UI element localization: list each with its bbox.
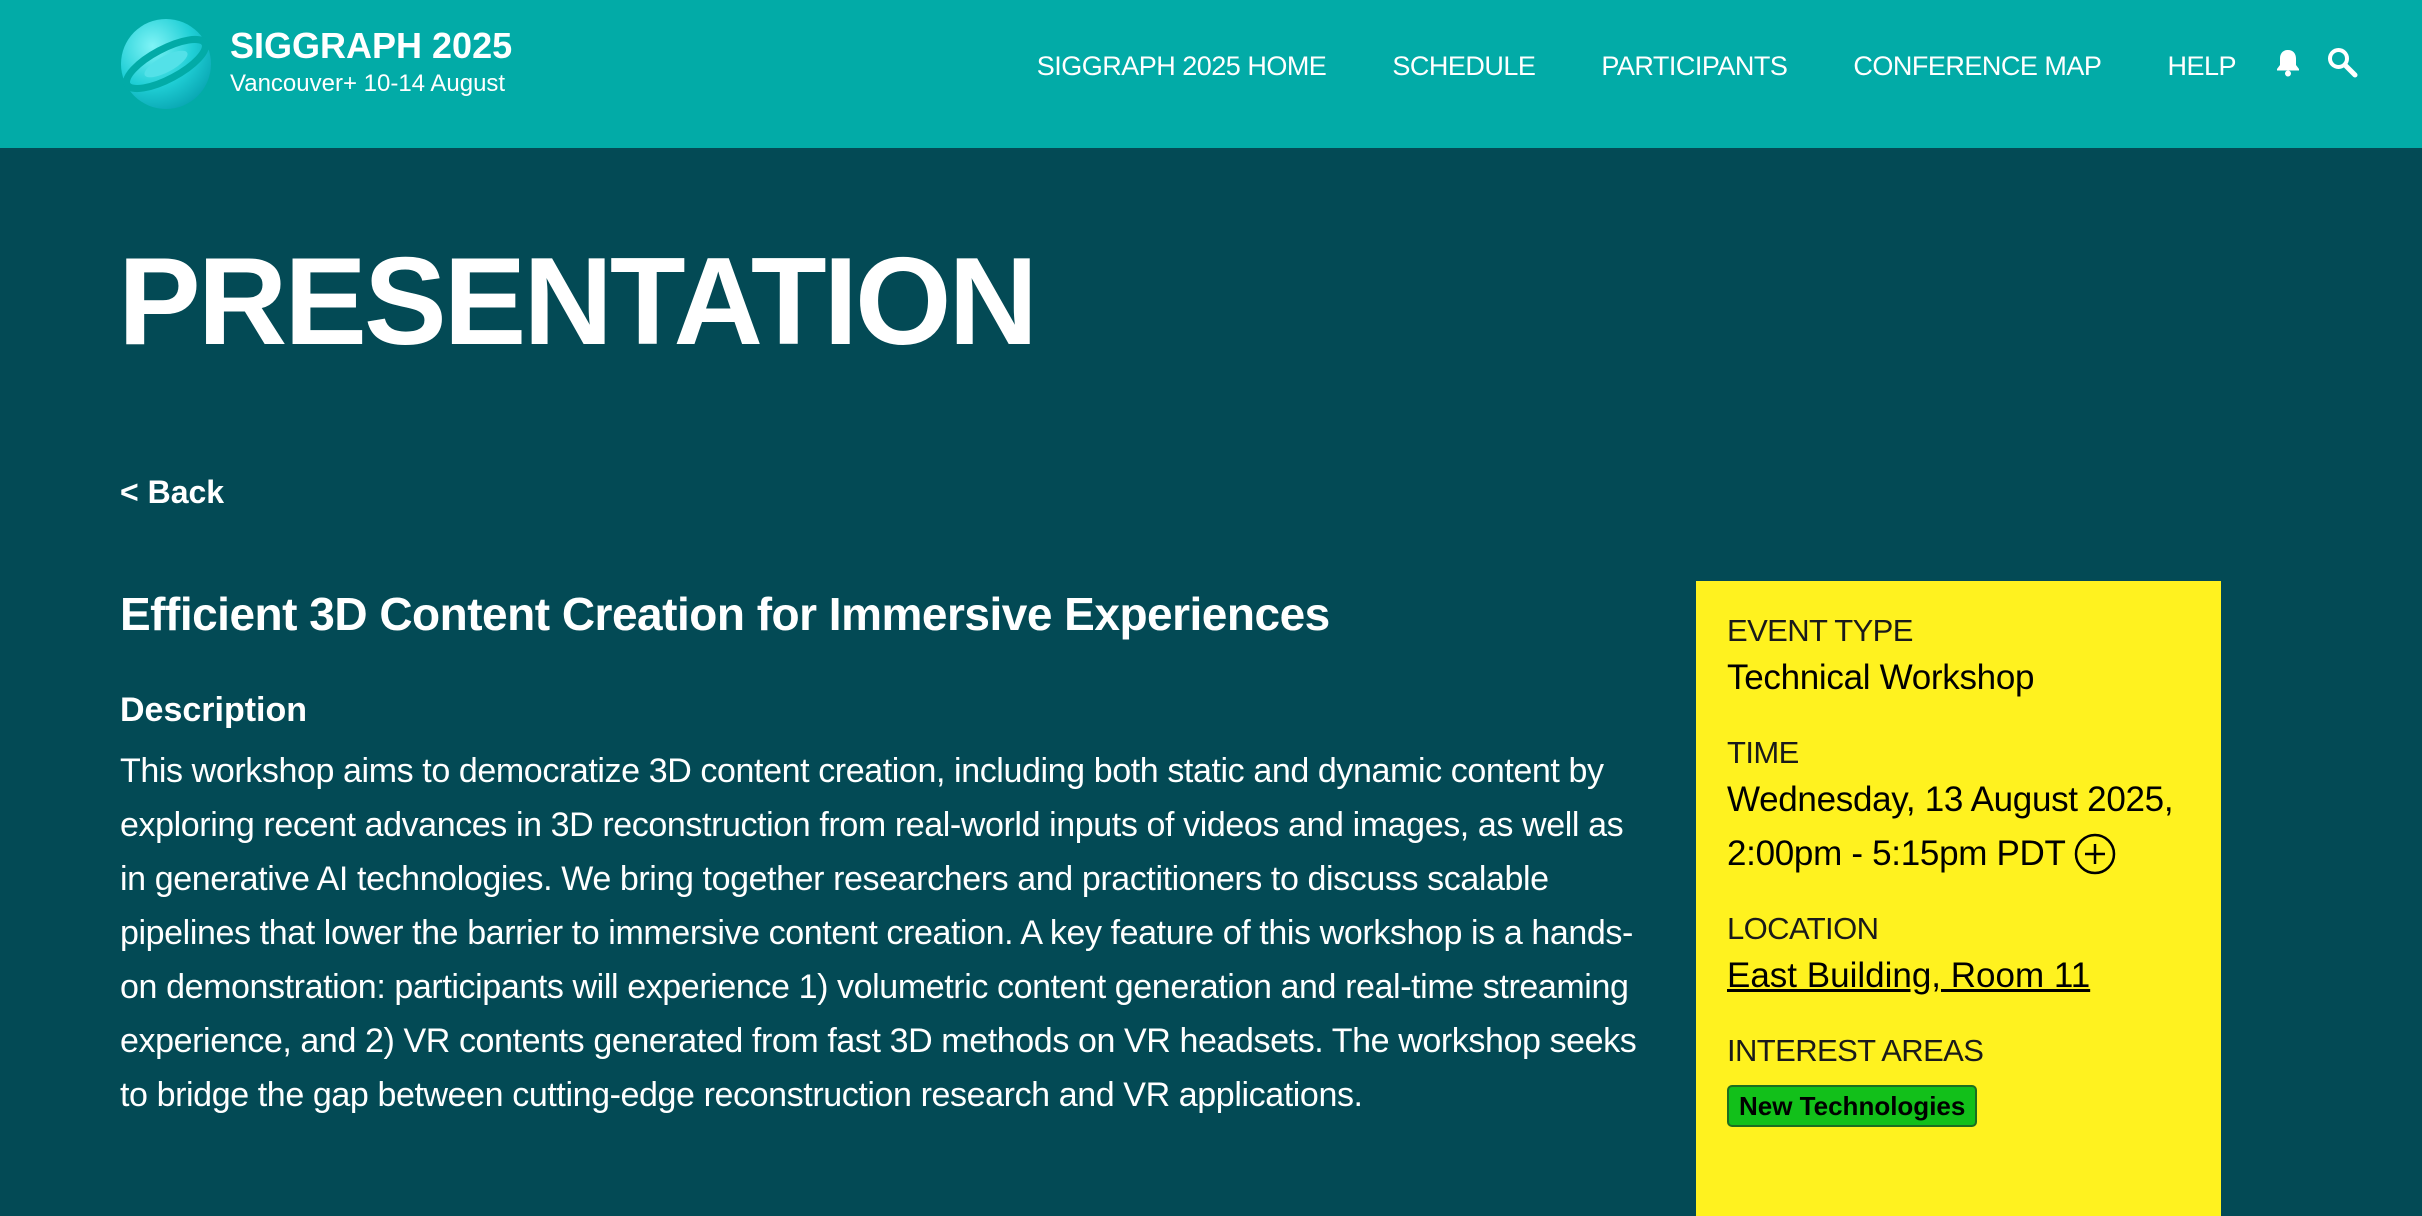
time-range: 2:00pm - 5:15pm PDT	[1727, 834, 2066, 873]
brand-subtitle: Vancouver+ 10-14 August	[230, 70, 506, 97]
event-type-section: EVENT TYPE Technical Workshop	[1727, 611, 2191, 705]
nav-participants-link[interactable]: PARTICIPANTS	[1601, 48, 1788, 84]
location-label: LOCATION	[1727, 911, 1879, 946]
nav-conference-map-link[interactable]: CONFERENCE MAP	[1853, 48, 2102, 84]
interest-tag-new-technologies[interactable]: New Technologies	[1727, 1085, 1978, 1127]
event-details-panel: EVENT TYPE Technical Workshop TIME Wedne…	[1696, 581, 2221, 1216]
description-text: This workshop aims to democratize 3D con…	[120, 752, 1637, 1114]
nav-home-link[interactable]: SIGGRAPH 2025 HOME	[1037, 48, 1327, 84]
time-section: TIME Wednesday, 13 August 2025, 2:00pm -…	[1727, 733, 2191, 881]
bell-icon[interactable]	[2272, 46, 2304, 78]
event-type-label: EVENT TYPE	[1727, 613, 1913, 648]
event-type-value: Technical Workshop	[1727, 658, 2035, 697]
description-heading: Description	[120, 691, 308, 729]
page-title: PRESENTATION	[118, 233, 1038, 371]
interest-areas-label: INTEREST AREAS	[1727, 1033, 1984, 1068]
location-section: LOCATION East Building, Room 11	[1727, 909, 2191, 1003]
time-date: Wednesday, 13 August 2025,	[1727, 780, 2174, 819]
time-label: TIME	[1727, 735, 1799, 770]
add-to-calendar-icon[interactable]	[2074, 833, 2116, 875]
location-link[interactable]: East Building, Room 11	[1727, 956, 2090, 995]
presentation-title: Efficient 3D Content Creation for Immers…	[120, 588, 1330, 640]
top-navigation-bar: SIGGRAPH 2025 Vancouver+ 10-14 August SI…	[0, 0, 2422, 148]
nav-schedule-link[interactable]: SCHEDULE	[1392, 48, 1536, 84]
search-icon[interactable]	[2326, 46, 2358, 78]
back-link[interactable]: < Back	[120, 472, 224, 512]
nav-help-link[interactable]: HELP	[2167, 48, 2236, 84]
brand-title[interactable]: SIGGRAPH 2025	[230, 24, 512, 68]
time-range-row: 2:00pm - 5:15pm PDT	[1727, 827, 2191, 881]
main-nav: SIGGRAPH 2025 HOME SCHEDULE PARTICIPANTS…	[1037, 48, 2237, 84]
interest-areas-section: INTEREST AREAS New Technologies	[1727, 1031, 2191, 1127]
presentation-content: Efficient 3D Content Creation for Immers…	[120, 584, 1640, 1122]
siggraph-logo-icon[interactable]	[120, 18, 212, 110]
